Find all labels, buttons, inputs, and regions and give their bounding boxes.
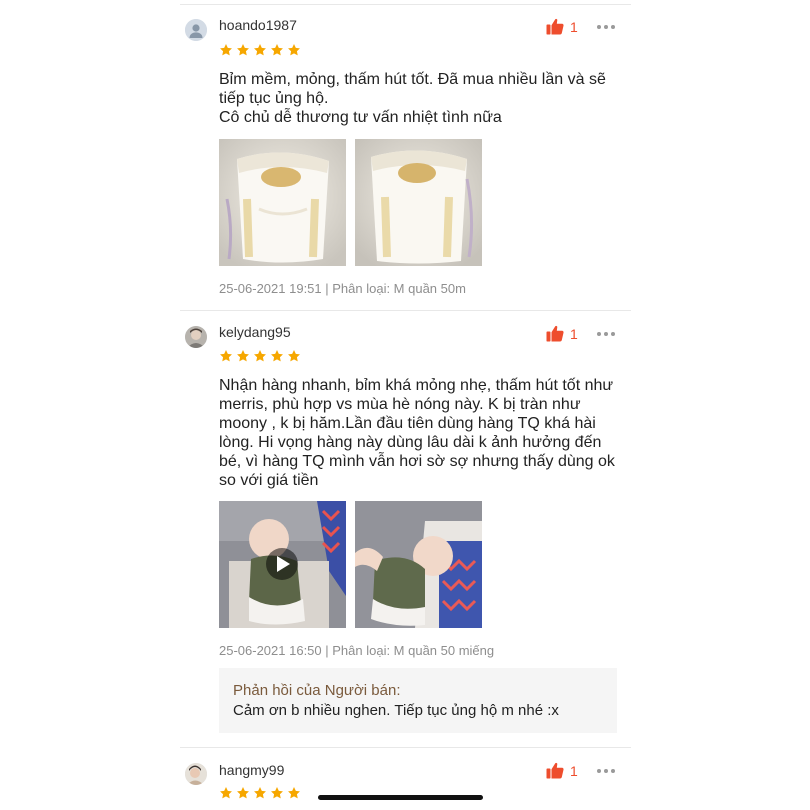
review-text-line: so với giá tiền (219, 472, 319, 489)
review-meta: 25-06-2021 19:51 | Phân loại: M quần 50m (219, 281, 466, 296)
review-text-line: Cô chủ dễ thương tư vấn nhiệt tình nữa (219, 109, 502, 126)
thumbs-up-icon (546, 762, 564, 779)
home-indicator (318, 795, 483, 800)
like-count: 1 (570, 18, 578, 35)
seller-reply: Phản hồi của Người bán: Cảm ơn b nhiều n… (219, 668, 617, 733)
more-options-icon[interactable] (597, 329, 619, 339)
star-icon (220, 787, 232, 799)
diaper-photo[interactable] (219, 139, 346, 266)
divider (180, 310, 631, 311)
star-icon (254, 44, 266, 56)
avatar[interactable] (185, 763, 207, 785)
thumbs-up-icon (546, 18, 564, 35)
review-username[interactable]: kelydang95 (219, 324, 291, 340)
avatar[interactable] (185, 326, 207, 348)
user-photo (185, 763, 207, 785)
star-icon (237, 350, 249, 362)
review-text-line: lòng. Hi vọng hàng này dùng lâu dài k ản… (219, 434, 602, 451)
star-icon (220, 44, 232, 56)
seller-reply-title: Phản hồi của Người bán: (233, 682, 401, 699)
star-icon (220, 350, 232, 362)
review-meta: 25-06-2021 16:50 | Phân loại: M quần 50 … (219, 643, 495, 658)
star-icon (288, 787, 300, 799)
avatar[interactable] (185, 19, 207, 41)
more-options-icon[interactable] (597, 766, 619, 776)
star-icon (271, 44, 283, 56)
like-count: 1 (570, 762, 578, 779)
review-text-line: moony , k bị hăm.Lần đầu tiên dùng hàng … (219, 415, 596, 432)
like-button[interactable]: 1 (546, 762, 578, 779)
user-photo (185, 326, 207, 348)
review-media (219, 501, 482, 628)
thumbs-up-icon (546, 325, 564, 342)
review-username[interactable]: hangmy99 (219, 762, 284, 778)
star-icon (271, 787, 283, 799)
review-text: Nhận hàng nhanh, bỉm khá mỏng nhẹ, thấm … (219, 376, 624, 490)
diaper-photo[interactable] (355, 139, 482, 266)
star-rating (219, 786, 301, 800)
divider (180, 4, 631, 5)
review-media (219, 139, 482, 266)
baby-video[interactable] (219, 501, 346, 628)
baby-photo[interactable] (355, 501, 482, 628)
review-text: Bỉm mềm, mỏng, thấm hút tốt. Đã mua nhiề… (219, 70, 624, 127)
review-text-line: Nhận hàng nhanh, bỉm khá mỏng nhẹ, thấm … (219, 377, 614, 394)
review-text-line: tiếp tục ủng hộ. (219, 90, 329, 107)
review-text-line: bé, vì hàng TQ mình vẫn hơi sờ sợ nhưng … (219, 453, 615, 470)
star-icon (288, 44, 300, 56)
star-rating (219, 349, 301, 363)
seller-reply-text: Cảm ơn b nhiều nghen. Tiếp tục ủng hộ m … (233, 702, 559, 719)
review-text-line: Bỉm mềm, mỏng, thấm hút tốt. Đã mua nhiề… (219, 71, 606, 88)
review-username[interactable]: hoando1987 (219, 17, 297, 33)
default-user-icon (185, 19, 207, 41)
star-rating (219, 43, 301, 57)
like-count: 1 (570, 325, 578, 342)
like-button[interactable]: 1 (546, 325, 578, 342)
like-button[interactable]: 1 (546, 18, 578, 35)
more-options-icon[interactable] (597, 22, 619, 32)
star-icon (254, 787, 266, 799)
divider (180, 747, 631, 748)
star-icon (254, 350, 266, 362)
review-feed: hoando1987 1 Bỉm mềm, mỏng, thấm hút tốt… (180, 0, 631, 810)
review-text-line: merris, phù hợp vs mùa hè nóng này. K bị… (219, 396, 581, 413)
star-icon (288, 350, 300, 362)
star-icon (237, 44, 249, 56)
star-icon (271, 350, 283, 362)
star-icon (237, 787, 249, 799)
